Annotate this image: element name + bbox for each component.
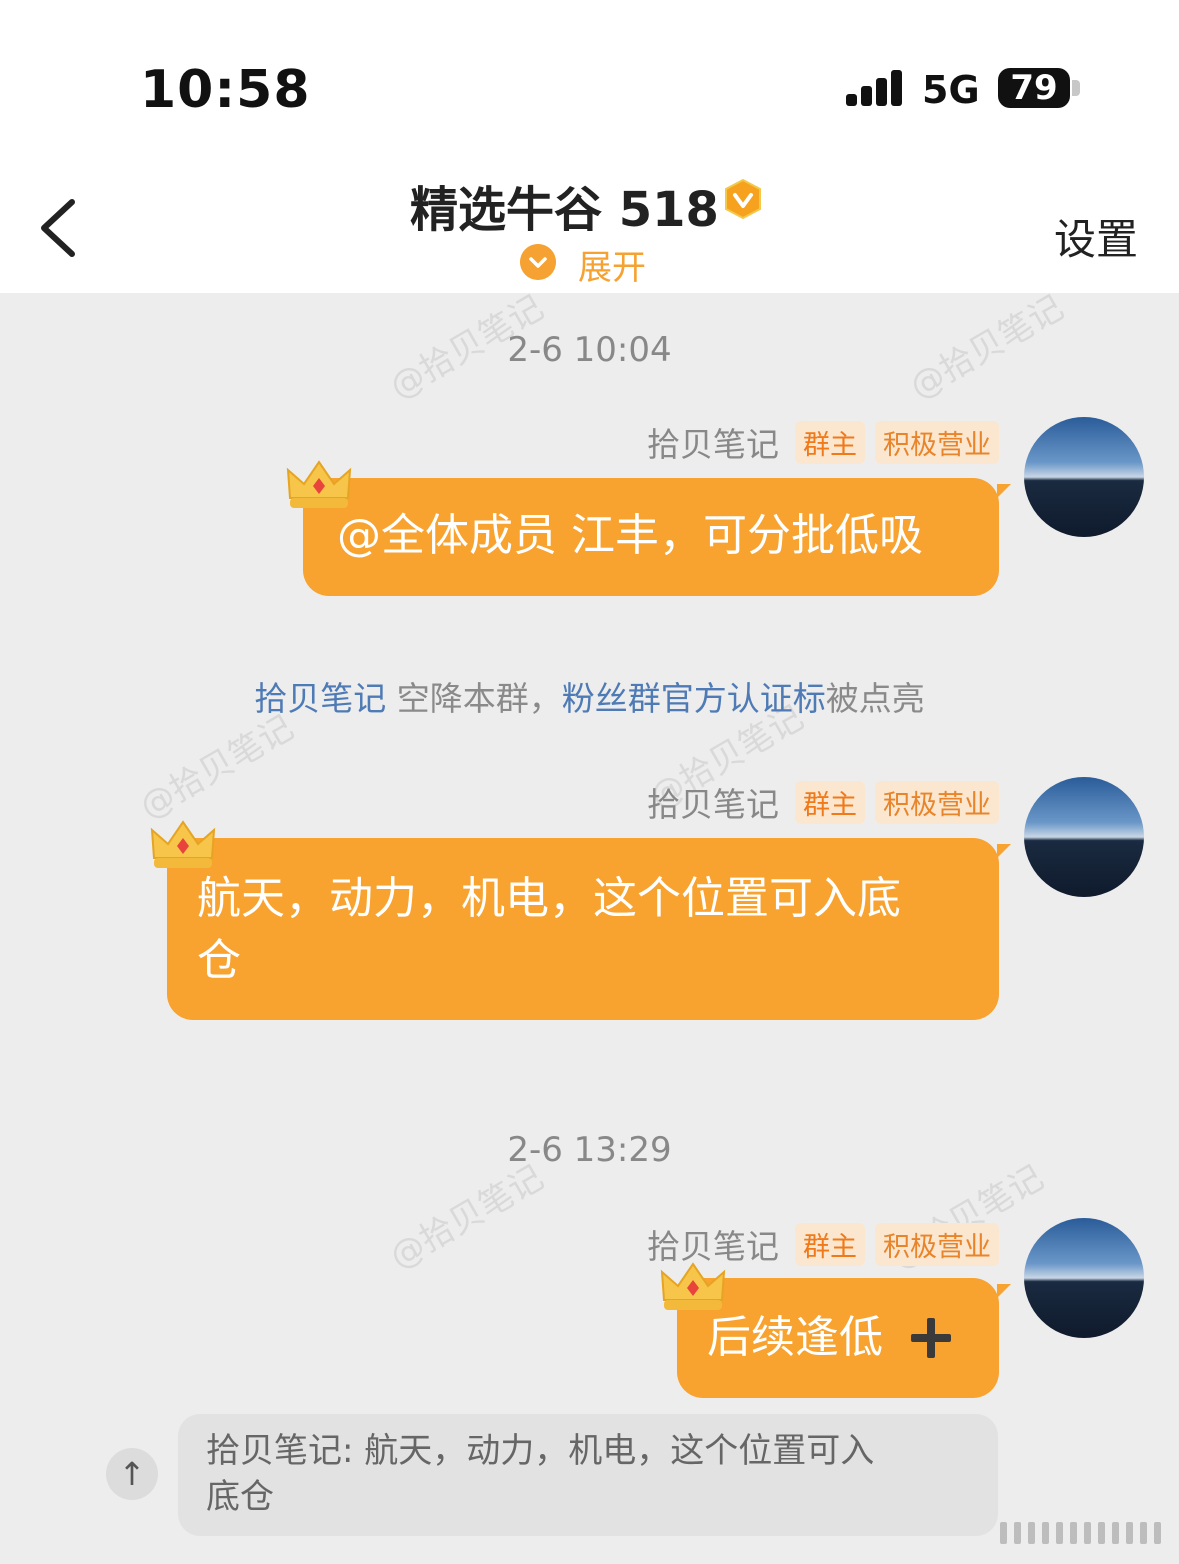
avatar[interactable] <box>1024 777 1144 897</box>
sender-row: 拾贝笔记 群主 积极营业 <box>647 420 999 464</box>
timestamp: 2-6 13:29 <box>507 1130 672 1170</box>
battery-icon: 79 <box>998 68 1070 108</box>
quote-line-1: 拾贝笔记: 航天，动力，机电，这个位置可入 <box>206 1431 875 1471</box>
bubble-tail <box>997 484 1011 498</box>
top-bar: 10:58 5G 79 精选牛谷 518 展开 设置 <box>0 0 1179 293</box>
system-user-link[interactable]: 拾贝笔记 <box>254 679 386 718</box>
bubble-tail <box>997 844 1011 858</box>
sender-row: 拾贝笔记 群主 积极营业 <box>647 1222 999 1266</box>
message-text-line-1: 航天，动力，机电，这个位置可入底 <box>197 873 901 924</box>
quoted-message[interactable]: 拾贝笔记: 航天，动力，机电，这个位置可入 底仓 <box>178 1414 998 1536</box>
message-text: 后续逢低 <box>707 1312 883 1363</box>
plus-icon <box>911 1318 951 1358</box>
role-tag: 群主 <box>795 780 865 824</box>
bubble-tail <box>997 1284 1011 1298</box>
group-title: 精选牛谷 518 <box>410 182 719 238</box>
message-bubble[interactable]: @全体成员 江丰，可分批低吸 <box>303 478 999 596</box>
activity-tag: 积极营业 <box>875 1222 999 1266</box>
crown-icon <box>286 460 352 508</box>
sender-name: 拾贝笔记 <box>647 785 779 824</box>
timestamp: 2-6 10:04 <box>507 330 672 370</box>
network-type: 5G <box>922 68 980 112</box>
crown-icon <box>660 1262 726 1310</box>
back-arrow-icon[interactable] <box>36 198 92 258</box>
scroll-to-quote-button[interactable]: ↑ <box>106 1448 158 1500</box>
avatar[interactable] <box>1024 417 1144 537</box>
system-badge-link[interactable]: 粉丝群官方认证标 <box>562 679 826 718</box>
message-text-line-2: 仓 <box>197 935 241 986</box>
status-time: 10:58 <box>140 60 311 120</box>
crown-icon <box>150 820 216 868</box>
quote-line-2: 底仓 <box>206 1477 274 1517</box>
role-tag: 群主 <box>795 1222 865 1266</box>
chevron-down-icon <box>520 244 556 280</box>
message-bubble[interactable]: 航天，动力，机电，这个位置可入底 仓 <box>167 838 999 1020</box>
battery-tip <box>1072 80 1080 96</box>
sender-row: 拾贝笔记 群主 积极营业 <box>647 780 999 824</box>
message-text: @全体成员 江丰，可分批低吸 <box>337 510 923 561</box>
verified-badge-icon <box>725 178 761 220</box>
expand-label: 展开 <box>578 248 646 288</box>
avatar[interactable] <box>1024 1218 1144 1338</box>
sender-name: 拾贝笔记 <box>647 425 779 464</box>
settings-button[interactable]: 设置 <box>1054 206 1138 267</box>
activity-tag: 积极营业 <box>875 420 999 464</box>
system-notice: 拾贝笔记 空降本群，粉丝群官方认证标被点亮 <box>254 679 925 718</box>
image-strip-indicator <box>1000 1522 1170 1544</box>
activity-tag: 积极营业 <box>875 780 999 824</box>
cellular-signal-icon <box>846 70 906 106</box>
role-tag: 群主 <box>795 420 865 464</box>
